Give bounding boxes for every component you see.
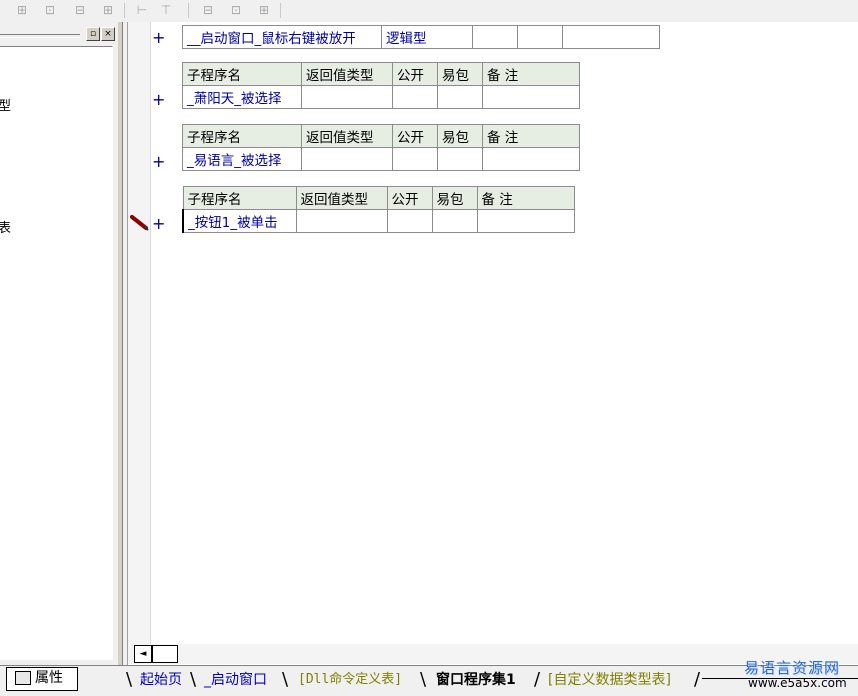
header-sub-name: 子程序名 <box>182 62 302 86</box>
remark-cell[interactable] <box>476 209 575 233</box>
tab-divider: \ <box>190 669 197 690</box>
sub-name-cell[interactable]: _易语言_被选择 <box>182 147 302 171</box>
remark-cell[interactable] <box>562 25 660 49</box>
expand-icon[interactable]: + <box>152 214 165 233</box>
header-sub-name: 子程序名 <box>182 186 297 210</box>
watermark-url: www.e5a5x.com <box>748 676 847 690</box>
same-size-icon[interactable]: ⊞ <box>256 2 272 18</box>
scroll-left-button[interactable]: ◄ <box>134 645 152 663</box>
header-remark: 备 注 <box>482 62 580 86</box>
remark-cell[interactable] <box>482 85 580 109</box>
header-remark: 备 注 <box>482 124 580 148</box>
editor-gutter <box>128 22 151 644</box>
package-cell[interactable] <box>437 147 483 171</box>
left-panel-content[interactable]: 型 表 <box>0 46 113 660</box>
code-editor[interactable] <box>128 22 858 644</box>
sub-name-cell[interactable]: _萧阳天_被选择 <box>182 85 302 109</box>
tab-divider: \ <box>420 669 427 690</box>
truncated-text: 表 <box>0 217 11 236</box>
truncated-text: 型 <box>0 95 11 114</box>
sub-name-cell[interactable]: _按钮1_被单击 <box>182 209 297 233</box>
same-height-icon[interactable]: ⊡ <box>228 2 244 18</box>
remark-cell[interactable] <box>482 147 580 171</box>
maximize-icon[interactable]: ▫ <box>86 27 100 41</box>
header-package: 易包 <box>437 62 483 86</box>
header-public: 公开 <box>392 124 438 148</box>
watermark-title: 易语言资源网 <box>744 659 841 677</box>
property-tab[interactable]: 属性 <box>6 667 78 691</box>
public-cell[interactable] <box>386 209 433 233</box>
header-public: 公开 <box>392 62 438 86</box>
toolbar-separator <box>188 3 189 18</box>
return-type-cell[interactable] <box>295 209 388 233</box>
tab-custom-types[interactable]: [自定义数据类型表] <box>548 668 671 692</box>
package-cell[interactable] <box>517 25 563 49</box>
public-cell[interactable] <box>392 147 438 171</box>
public-cell[interactable] <box>392 85 438 109</box>
tab-divider: / <box>694 669 701 690</box>
toolbar-separator <box>124 3 125 18</box>
same-width-icon[interactable]: ⊟ <box>200 2 216 18</box>
tab-start-page[interactable]: 起始页 <box>140 668 182 692</box>
property-icon <box>15 671 31 685</box>
header-return-type: 返回值类型 <box>301 124 393 148</box>
align-center-icon[interactable]: ⊡ <box>42 2 58 18</box>
panel-grip[interactable] <box>0 34 80 38</box>
sub-table: 子程序名 返回值类型 公开 易包 备 注 _按钮1_被单击 <box>182 186 575 233</box>
h-space-icon[interactable]: ⊢ <box>134 2 150 18</box>
sub-table: 子程序名 返回值类型 公开 易包 备 注 _萧阳天_被选择 <box>182 62 580 109</box>
close-icon[interactable]: × <box>101 27 115 41</box>
align-middle-icon[interactable]: ⊞ <box>100 2 116 18</box>
header-package: 易包 <box>437 124 483 148</box>
sub-table: __启动窗口_鼠标右键被放开 逻辑型 <box>182 25 660 49</box>
public-cell[interactable] <box>472 25 518 49</box>
sub-name-cell[interactable]: __启动窗口_鼠标右键被放开 <box>182 25 382 49</box>
package-cell[interactable] <box>431 209 478 233</box>
expand-icon[interactable]: + <box>152 90 165 109</box>
tab-divider: \ <box>282 669 289 690</box>
tab-startup-window[interactable]: _启动窗口 <box>204 668 267 692</box>
v-space-icon[interactable]: ⊤ <box>158 2 174 18</box>
current-line-pen-icon <box>130 215 149 231</box>
tab-dll-commands[interactable]: [Dll命令定义表] <box>298 668 402 692</box>
tab-window-assembly[interactable]: 窗口程序集1 <box>436 668 516 692</box>
return-type-cell[interactable]: 逻辑型 <box>381 25 473 49</box>
header-return-type: 返回值类型 <box>301 62 393 86</box>
header-public: 公开 <box>386 186 433 210</box>
align-left-icon[interactable]: ⊞ <box>14 2 30 18</box>
header-sub-name: 子程序名 <box>182 124 302 148</box>
scroll-thumb[interactable] <box>152 645 178 663</box>
designer-toolbar: ⊞ ⊡ ⊟ ⊞ ⊢ ⊤ ⊟ ⊡ ⊞ <box>0 0 858 23</box>
property-tab-label: 属性 <box>35 670 63 686</box>
left-panel-header: ▫ × <box>0 26 118 42</box>
tab-divider: \ <box>126 669 133 690</box>
return-type-cell[interactable] <box>301 147 393 171</box>
sub-table: 子程序名 返回值类型 公开 易包 备 注 _易语言_被选择 <box>182 124 580 171</box>
package-cell[interactable] <box>437 85 483 109</box>
header-return-type: 返回值类型 <box>295 186 388 210</box>
expand-icon[interactable]: + <box>152 28 165 47</box>
expand-icon[interactable]: + <box>152 152 165 171</box>
header-remark: 备 注 <box>476 186 575 210</box>
toolbar-separator <box>280 3 281 18</box>
tab-divider: / <box>534 669 541 690</box>
return-type-cell[interactable] <box>301 85 393 109</box>
header-package: 易包 <box>431 186 478 210</box>
align-top-icon[interactable]: ⊟ <box>72 2 88 18</box>
